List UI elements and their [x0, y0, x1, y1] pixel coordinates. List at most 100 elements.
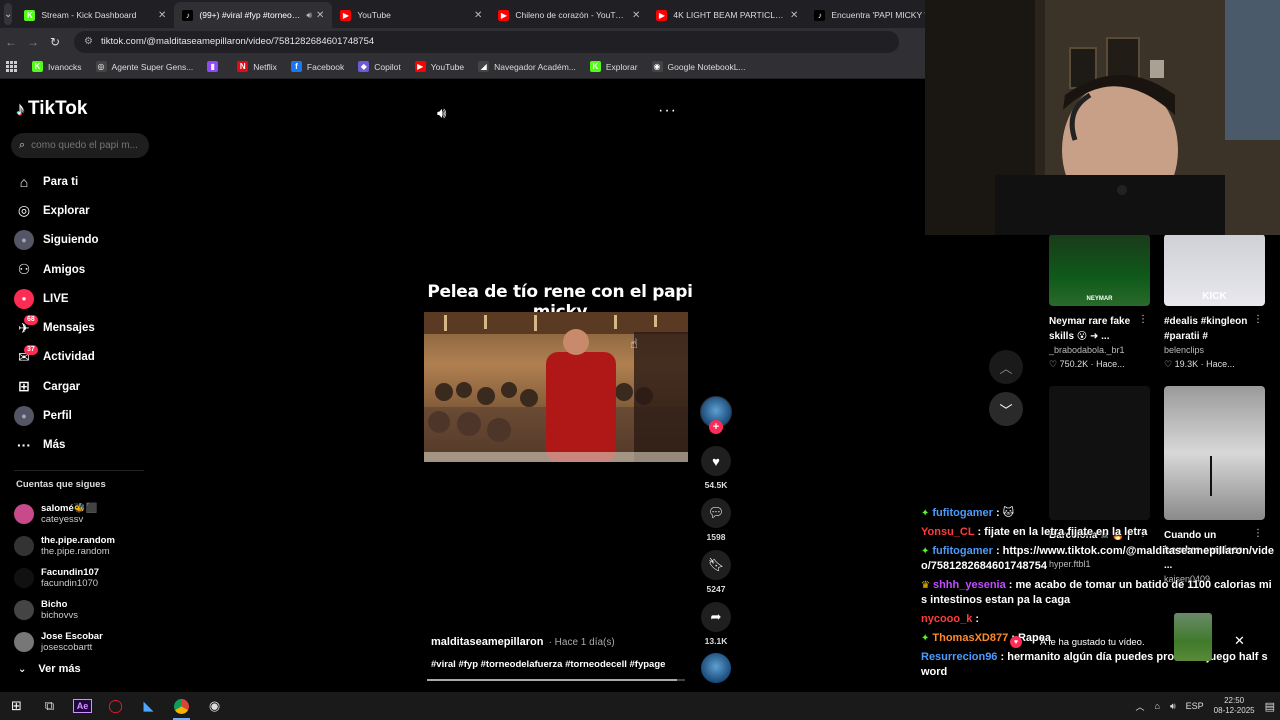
card-thumbnail[interactable]: NEYMAR: [1049, 235, 1150, 306]
bookmark-6[interactable]: ▶ YouTube: [414, 61, 464, 72]
volume-icon[interactable]: 🔊︎: [437, 105, 446, 122]
tab-close-icon[interactable]: ✕: [158, 10, 166, 21]
following-account[interactable]: the.pipe.random the.pipe.random: [14, 530, 115, 562]
chrome-icon[interactable]: [165, 692, 198, 720]
video-card[interactable]: NEYMAR Neymar rare fake skills 😮 ➜ ... ⋮ _b…: [1049, 235, 1150, 371]
nav-item-mensajes[interactable]: ✈ 68 Mensajes: [14, 313, 99, 342]
author-name[interactable]: malditaseamepillaron: [431, 636, 544, 648]
app-icon[interactable]: ◣: [132, 692, 165, 720]
chat-username[interactable]: nycooo_k: [921, 613, 972, 625]
task-view-icon[interactable]: ⧉: [33, 692, 66, 720]
tab-1[interactable]: ♪ (99+) #viral #fyp #torneodel 🔊︎ ✕: [174, 2, 333, 28]
tab-search-icon[interactable]: ⌄: [4, 3, 13, 25]
tab-0[interactable]: K Stream - Kick Dashboard ✕: [16, 2, 174, 28]
nav-item-más[interactable]: ··· Más: [14, 431, 99, 460]
video-player[interactable]: [424, 312, 688, 462]
bookmark-7[interactable]: ◢ Navegador Académ...: [478, 61, 576, 72]
video-card[interactable]: KICK #dealis #kingleon #paratii # ⋮ belencl…: [1164, 235, 1265, 371]
card-thumbnail[interactable]: [1049, 386, 1150, 520]
share-button[interactable]: ➦ 13.1K: [699, 602, 733, 646]
chat-username[interactable]: shhh_yesenia: [933, 579, 1006, 591]
nav-item-cargar[interactable]: ⊞ Cargar: [14, 372, 99, 401]
bookmark-9[interactable]: ◉ Google NotebookL...: [651, 61, 746, 72]
nav-label: Amigos: [43, 263, 86, 276]
nav-item-siguiendo[interactable]: ● Siguiendo: [14, 226, 99, 255]
comment-button[interactable]: 💬︎ 1598: [699, 498, 733, 542]
notification-thumbnail[interactable]: [1174, 613, 1212, 661]
chat-username[interactable]: fufitogamer: [932, 545, 993, 557]
windows-start-icon[interactable]: ⊞: [0, 692, 33, 720]
tab-3[interactable]: ▶ Chileno de corazón - YouTube ✕: [490, 2, 648, 28]
account-name: the.pipe.random: [41, 535, 115, 546]
notifications-icon[interactable]: ▤: [1265, 700, 1275, 713]
tab-2[interactable]: ▶ YouTube ✕: [332, 2, 490, 28]
reload-icon[interactable]: ↻: [44, 35, 66, 49]
clock[interactable]: 22:50 08-12-2025: [1214, 696, 1255, 716]
speaker-icon[interactable]: 🔊︎: [1170, 701, 1176, 712]
bookmark-1[interactable]: ◎ Agente Super Gens...: [95, 61, 193, 72]
apps-grid-icon[interactable]: [6, 60, 18, 73]
site-info-icon[interactable]: ⚙: [84, 36, 93, 47]
chevron-up-icon[interactable]: ︿: [989, 350, 1023, 384]
following-account[interactable]: Bicho bichovvs: [14, 594, 115, 626]
chevron-down-icon[interactable]: ﹀: [989, 392, 1023, 426]
opera-icon[interactable]: ◯: [99, 692, 132, 720]
video-progress-bar[interactable]: [427, 679, 685, 681]
more-options-icon[interactable]: ⋮: [1138, 314, 1148, 325]
tab-close-icon[interactable]: ✕: [316, 10, 324, 21]
close-icon[interactable]: ✕: [1234, 633, 1245, 649]
like-button[interactable]: ♥ 54.5K: [699, 446, 733, 490]
save-button[interactable]: 🔖︎ 5247: [699, 550, 733, 594]
bookmark-3[interactable]: N Netflix: [237, 61, 277, 72]
more-options-icon[interactable]: ⋮: [1253, 314, 1263, 325]
tiktok-logo[interactable]: ♪ TikTok: [16, 98, 87, 120]
chat-username[interactable]: ThomasXD877: [932, 632, 1008, 644]
bookmark-8[interactable]: K Explorar: [589, 61, 638, 72]
creator-avatar[interactable]: +: [699, 396, 733, 434]
search-box[interactable]: ⌕: [11, 133, 149, 158]
save-count: 5247: [706, 584, 726, 594]
nav-item-amigos[interactable]: ⚇ Amigos: [14, 255, 99, 284]
nav-item-live[interactable]: ● LIVE: [14, 284, 99, 313]
chat-username[interactable]: fufitogamer: [932, 507, 993, 519]
chat-username[interactable]: Yonsu_CL: [921, 526, 974, 538]
obs-icon[interactable]: ◉: [198, 692, 231, 720]
see-more-button[interactable]: ⌄ Ver más: [18, 663, 81, 675]
follow-plus-icon[interactable]: +: [709, 420, 723, 434]
nav-item-para-ti[interactable]: ⌂ Para ti: [14, 167, 99, 196]
tab-audio-icon[interactable]: 🔊︎: [306, 10, 312, 21]
video-hashtags[interactable]: #viral #fyp #torneodelafuerza #torneodec…: [431, 659, 665, 670]
network-icon[interactable]: ⌂: [1155, 701, 1160, 711]
tab-close-icon[interactable]: ✕: [632, 10, 640, 21]
bookmark-0[interactable]: K Ivanocks: [32, 61, 82, 72]
chat-separator: :: [972, 613, 980, 625]
following-account[interactable]: Facundin107 facundin1070: [14, 562, 115, 594]
tab-close-icon[interactable]: ✕: [474, 10, 482, 21]
forward-icon[interactable]: →: [22, 35, 44, 49]
more-options-icon[interactable]: ···: [658, 102, 677, 120]
url-input[interactable]: ⚙ tiktok.com/@malditaseamepillaron/video…: [74, 30, 899, 53]
chat-username[interactable]: Resurrecion96: [921, 651, 997, 663]
after-effects-icon[interactable]: Ae: [66, 692, 99, 720]
card-thumbnail[interactable]: [1164, 386, 1265, 520]
nav-item-explorar[interactable]: ◎ Explorar: [14, 196, 99, 225]
nav-item-actividad[interactable]: ✉ 37 Actividad: [14, 343, 99, 372]
search-input[interactable]: [31, 140, 142, 151]
nav-item-perfil[interactable]: ● Perfil: [14, 401, 99, 430]
back-icon[interactable]: ←: [0, 35, 22, 49]
chat-badge-icon: ✦: [921, 546, 930, 557]
video-author[interactable]: malditaseamepillaron · Hace 1 día(s): [431, 636, 615, 648]
bookmark-4[interactable]: f Facebook: [290, 61, 344, 72]
following-account[interactable]: Jose Escobar josescobartt: [14, 626, 115, 658]
following-account[interactable]: salomé🐝⬛ cateyessv: [14, 498, 115, 530]
chevron-up-icon[interactable]: ︿: [1136, 700, 1145, 713]
tab-close-icon[interactable]: ✕: [790, 10, 798, 21]
card-user[interactable]: _brabodabola._br1: [1049, 344, 1150, 357]
language-indicator[interactable]: ESP: [1186, 701, 1204, 711]
bookmark-5[interactable]: ◆ Copilot: [358, 61, 401, 72]
music-disc-icon[interactable]: [701, 653, 731, 683]
tab-4[interactable]: ▶ 4K LIGHT BEAM PARTICLES // F ✕: [648, 2, 806, 28]
card-user[interactable]: belenclips: [1164, 344, 1265, 357]
bookmark-2[interactable]: ▮: [207, 61, 223, 72]
card-thumbnail[interactable]: KICK: [1164, 235, 1265, 306]
